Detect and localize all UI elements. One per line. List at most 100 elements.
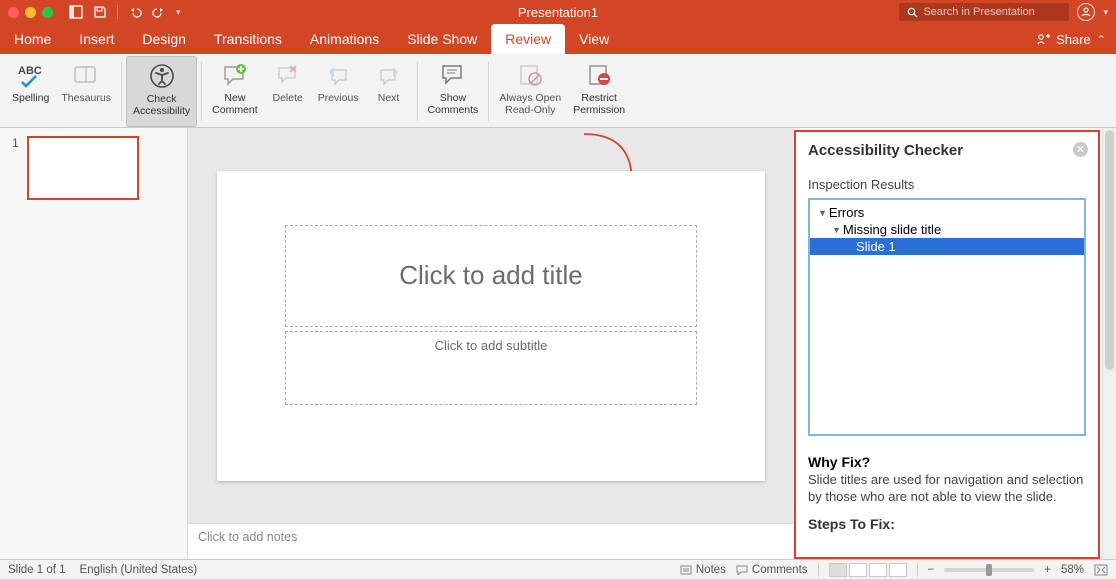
- ribbon: ABC Spelling Thesaurus Check Accessibili…: [0, 54, 1116, 128]
- slide1-label: Slide 1: [856, 239, 896, 254]
- notes-toggle-label: Notes: [696, 564, 726, 576]
- ribbon-tabs: Home Insert Design Transitions Animation…: [0, 24, 1116, 54]
- why-fix-heading: Why Fix?: [808, 454, 1086, 470]
- always-open-readonly-label: Always Open Read-Only: [499, 93, 561, 116]
- tab-insert[interactable]: Insert: [65, 24, 128, 54]
- tab-view[interactable]: View: [565, 24, 623, 54]
- slideshow-view-button[interactable]: [889, 563, 907, 577]
- editor-column: Click to add title Click to add subtitle…: [188, 128, 794, 559]
- qat-home-icon[interactable]: [69, 5, 83, 19]
- tab-slide-show[interactable]: Slide Show: [393, 24, 491, 54]
- spelling-button[interactable]: ABC Spelling: [6, 56, 55, 127]
- tree-node-slide-1[interactable]: Slide 1: [810, 238, 1084, 255]
- comments-toggle-label: Comments: [752, 564, 808, 576]
- zoom-out-button[interactable]: −: [928, 564, 935, 576]
- comments-toggle[interactable]: Comments: [736, 564, 808, 576]
- previous-comment-button[interactable]: Previous: [312, 56, 365, 127]
- close-panel-icon[interactable]: ✕: [1073, 142, 1088, 157]
- previous-comment-icon: [326, 64, 350, 86]
- spelling-icon: ABC: [16, 62, 46, 88]
- minimize-window-icon[interactable]: [25, 7, 36, 18]
- user-dropdown-icon[interactable]: ▾: [1103, 7, 1108, 18]
- zoom-percentage[interactable]: 58%: [1061, 564, 1084, 576]
- titlebar: ▾ Presentation1 Search in Presentation ▾: [0, 0, 1116, 24]
- document-title: Presentation1: [518, 5, 598, 20]
- tab-home[interactable]: Home: [0, 24, 65, 54]
- spelling-label: Spelling: [12, 93, 49, 105]
- notes-icon: [680, 565, 692, 575]
- notes-pane[interactable]: Click to add notes: [188, 523, 794, 559]
- delete-comment-button[interactable]: Delete: [264, 56, 312, 127]
- accessibility-panel-title: Accessibility Checker: [808, 142, 1086, 159]
- window-controls: [8, 7, 53, 18]
- scrollbar-thumb[interactable]: [1105, 130, 1114, 370]
- status-bar: Slide 1 of 1 English (United States) Not…: [0, 559, 1116, 579]
- fit-to-window-icon[interactable]: [1094, 564, 1108, 576]
- view-buttons: [829, 563, 907, 577]
- show-comments-button[interactable]: Show Comments: [422, 56, 485, 127]
- language-indicator[interactable]: English (United States): [80, 564, 198, 576]
- zoom-slider-knob[interactable]: [986, 564, 992, 576]
- undo-icon[interactable]: [128, 5, 142, 19]
- close-window-icon[interactable]: [8, 7, 19, 18]
- inspection-results-heading: Inspection Results: [808, 177, 1086, 192]
- share-button[interactable]: Share: [1037, 32, 1091, 47]
- zoom-slider[interactable]: [944, 568, 1034, 572]
- new-comment-icon: [222, 63, 248, 87]
- slide-canvas[interactable]: Click to add title Click to add subtitle: [217, 171, 765, 481]
- share-label: Share: [1056, 32, 1091, 47]
- collapse-ribbon-icon[interactable]: ⌃: [1097, 33, 1106, 46]
- search-field[interactable]: Search in Presentation: [899, 3, 1069, 21]
- tree-node-errors[interactable]: ▼Errors: [810, 204, 1084, 221]
- tab-review[interactable]: Review: [491, 24, 565, 54]
- always-open-readonly-button[interactable]: Always Open Read-Only: [493, 56, 567, 127]
- tab-design[interactable]: Design: [128, 24, 200, 54]
- thesaurus-label: Thesaurus: [61, 93, 111, 105]
- readonly-icon: [517, 63, 543, 87]
- missing-title-label: Missing slide title: [843, 222, 941, 237]
- svg-text:ABC: ABC: [18, 65, 42, 77]
- disclosure-triangle-icon: ▼: [818, 208, 827, 218]
- notes-toggle[interactable]: Notes: [680, 564, 726, 576]
- slide-navigator: 1: [0, 128, 188, 559]
- subtitle-placeholder[interactable]: Click to add subtitle: [285, 331, 697, 405]
- tab-transitions[interactable]: Transitions: [200, 24, 296, 54]
- zoom-window-icon[interactable]: [42, 7, 53, 18]
- tab-animations[interactable]: Animations: [296, 24, 393, 54]
- restrict-permission-button[interactable]: Restrict Permission: [567, 56, 631, 127]
- tree-node-missing-title[interactable]: ▼Missing slide title: [810, 221, 1084, 238]
- restrict-permission-label: Restrict Permission: [573, 93, 625, 116]
- subtitle-placeholder-text: Click to add subtitle: [435, 338, 548, 353]
- content-area: 1 Click to add title Click to add subtit…: [0, 128, 1116, 559]
- thesaurus-button[interactable]: Thesaurus: [55, 56, 117, 127]
- qat-dropdown-icon[interactable]: ▾: [176, 7, 181, 18]
- vertical-scrollbar[interactable]: [1102, 128, 1116, 559]
- check-accessibility-label: Check Accessibility: [133, 94, 190, 117]
- restrict-permission-icon: [586, 63, 612, 87]
- zoom-in-button[interactable]: +: [1044, 564, 1051, 576]
- reading-view-button[interactable]: [869, 563, 887, 577]
- slide-counter: Slide 1 of 1: [8, 564, 66, 576]
- accessibility-checker-panel: Accessibility Checker ✕ Inspection Resul…: [794, 130, 1100, 559]
- delete-comment-label: Delete: [273, 93, 303, 105]
- search-placeholder: Search in Presentation: [923, 6, 1034, 18]
- title-placeholder[interactable]: Click to add title: [285, 225, 697, 327]
- user-account-icon[interactable]: [1077, 3, 1095, 21]
- share-icon: [1037, 33, 1051, 45]
- slide-thumb-number: 1: [12, 136, 19, 551]
- comments-icon: [736, 565, 748, 575]
- save-icon[interactable]: [93, 5, 107, 19]
- disclosure-triangle-icon: ▼: [832, 225, 841, 235]
- redo-icon[interactable]: [152, 5, 166, 19]
- check-accessibility-button[interactable]: Check Accessibility: [126, 56, 197, 127]
- slide-thumbnail-1[interactable]: [27, 136, 139, 200]
- slide-stage: Click to add title Click to add subtitle: [188, 128, 794, 523]
- new-comment-button[interactable]: New Comment: [206, 56, 264, 127]
- normal-view-button[interactable]: [829, 563, 847, 577]
- sorter-view-button[interactable]: [849, 563, 867, 577]
- inspection-results-tree: ▼Errors ▼Missing slide title Slide 1: [808, 198, 1086, 436]
- why-fix-body: Slide titles are used for navigation and…: [808, 472, 1086, 506]
- accessibility-icon: [148, 62, 176, 90]
- next-comment-button[interactable]: Next: [365, 56, 413, 127]
- notes-placeholder: Click to add notes: [198, 530, 297, 544]
